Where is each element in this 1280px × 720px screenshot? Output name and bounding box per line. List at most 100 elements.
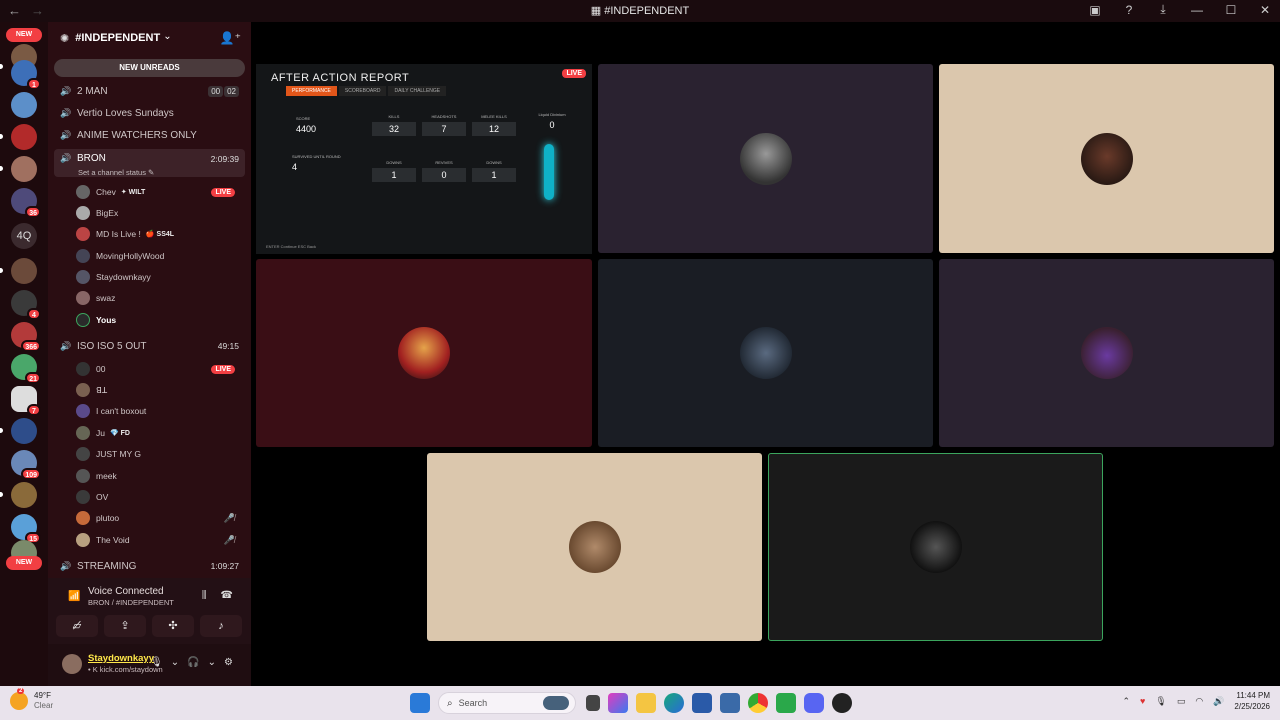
app-icon[interactable] <box>776 693 796 713</box>
channel-timer: 1:09:27 <box>210 561 239 571</box>
headphones-icon[interactable]: 🎧 <box>187 657 199 668</box>
volume-icon[interactable]: 🔊 <box>1213 696 1224 707</box>
server-icon[interactable]: 21 <box>11 354 41 384</box>
download-icon[interactable]: ⤓ <box>1156 2 1170 17</box>
clock[interactable]: 11:44 PM 2/25/2026 <box>1234 690 1270 712</box>
forward-arrow-icon[interactable]: → <box>31 3 44 18</box>
voice-member[interactable]: BigEx <box>76 203 245 223</box>
windows-start-icon[interactable] <box>410 693 430 713</box>
copilot-icon[interactable] <box>608 693 628 713</box>
back-arrow-icon[interactable]: ← <box>8 3 21 18</box>
soundboard-button[interactable]: ♪ <box>200 615 242 637</box>
wifi-icon[interactable]: ◠ <box>1195 696 1203 707</box>
speaker-icon: 🔊 <box>60 153 72 163</box>
chevron-down-icon[interactable]: ⌄ <box>171 657 179 668</box>
voice-member-speaking[interactable]: Yous <box>76 310 245 330</box>
live-badge[interactable]: LIVE <box>211 364 235 374</box>
server-icon[interactable]: 7 <box>11 386 41 416</box>
stream-tile-game[interactable]: AFTER ACTION REPORT LIVE PERFORMANCE SCO… <box>256 64 592 254</box>
channel-status[interactable]: Set a channel status ✎ <box>78 168 154 177</box>
voice-connected-title[interactable]: Voice Connected <box>88 586 164 597</box>
inbox-icon[interactable]: ▣ <box>1088 3 1102 17</box>
file-explorer-icon[interactable] <box>636 693 656 713</box>
new-pill-top[interactable]: NEW <box>6 28 42 42</box>
voice-member[interactable]: Chev ✦ WILT LIVE <box>76 182 245 202</box>
microphone-icon[interactable]: 🎙 <box>1155 696 1166 707</box>
server-icon[interactable]: 4 <box>11 290 41 320</box>
voice-channel-streaming[interactable]: 🔊 STREAMING 1:09:27 <box>54 556 245 576</box>
voice-channel-anime[interactable]: 🔊 ANIME WATCHERS ONLY <box>54 125 245 145</box>
server-icon[interactable] <box>11 156 37 182</box>
chrome-icon[interactable] <box>748 693 768 713</box>
voice-member[interactable]: I can't boxout <box>76 401 245 421</box>
camera-off-button[interactable]: ▱̸ <box>56 615 98 637</box>
discord-icon[interactable] <box>804 693 824 713</box>
guild-header[interactable]: ✺ #INDEPENDENT ⌄ 👤⁺ <box>48 22 251 54</box>
close-icon[interactable]: ✕ <box>1258 3 1272 17</box>
taskbar-search[interactable]: ⌕ Search <box>438 692 576 714</box>
server-icon[interactable]: 15 <box>11 514 41 544</box>
app-icon[interactable] <box>832 693 852 713</box>
display-icon[interactable]: ▭ <box>1177 696 1186 707</box>
avatar <box>76 426 90 440</box>
video-tile-speaking[interactable] <box>768 453 1103 641</box>
tray-app-icon[interactable]: ♥ <box>1140 696 1145 706</box>
live-badge[interactable]: LIVE <box>211 187 235 197</box>
voice-member[interactable]: meek <box>76 466 245 486</box>
voice-member[interactable]: JUST MY G <box>76 444 245 464</box>
gear-icon[interactable]: ⚙ <box>224 657 233 668</box>
store-icon[interactable] <box>692 693 712 713</box>
video-tile[interactable] <box>598 259 933 447</box>
server-icon[interactable] <box>11 258 37 284</box>
server-icon[interactable]: 1 <box>11 60 41 90</box>
voice-member[interactable]: plutoo 🎤̸ <box>76 508 245 528</box>
voice-member[interactable]: swaz <box>76 288 245 308</box>
voice-connected-subtitle[interactable]: BRON / #INDEPENDENT <box>88 598 174 607</box>
avatar[interactable] <box>62 654 82 674</box>
weather-widget[interactable]: 2 49°F Clear <box>10 688 53 711</box>
help-icon[interactable]: ? <box>1122 3 1136 17</box>
maximize-icon[interactable]: ☐ <box>1224 3 1238 17</box>
chevron-down-icon[interactable]: ⌄ <box>208 657 216 668</box>
voice-member[interactable]: OV <box>76 487 245 507</box>
noise-suppression-icon[interactable]: ⫼ <box>202 590 207 601</box>
activities-button[interactable]: ✣ <box>152 615 194 637</box>
stat-value: 32 <box>372 122 416 136</box>
server-icon[interactable] <box>11 482 37 508</box>
video-tile[interactable] <box>598 64 933 253</box>
voice-member[interactable]: ꓭꓕ <box>76 380 245 400</box>
voice-member[interactable]: MovingHollyWood <box>76 246 245 266</box>
server-icon[interactable] <box>11 92 37 118</box>
username[interactable]: Staydownkayy <box>88 653 154 664</box>
invite-people-icon[interactable]: 👤⁺ <box>220 31 241 45</box>
server-icon[interactable]: 109 <box>11 450 41 480</box>
task-view-icon[interactable] <box>586 695 600 711</box>
connection-signal-icon[interactable]: 📶 <box>68 591 80 602</box>
disconnect-icon[interactable]: ☎ <box>221 590 233 601</box>
chevron-up-icon[interactable]: ⌃ <box>1122 696 1130 707</box>
new-unreads-button[interactable]: NEW UNREADS <box>54 59 245 77</box>
voice-member[interactable]: Ju 💎 FD <box>76 423 245 443</box>
video-tile[interactable] <box>256 259 592 447</box>
minimize-icon[interactable]: — <box>1190 3 1204 17</box>
outlook-icon[interactable] <box>720 693 740 713</box>
new-pill-bottom[interactable]: NEW <box>6 556 42 570</box>
video-tile[interactable] <box>939 259 1274 447</box>
voice-member[interactable]: 00 LIVE <box>76 359 245 379</box>
server-icon[interactable]: 36 <box>11 188 41 218</box>
edge-icon[interactable] <box>664 693 684 713</box>
video-tile[interactable] <box>939 64 1274 253</box>
video-tile[interactable] <box>427 453 762 641</box>
server-text-icon[interactable]: 4Q <box>11 223 37 249</box>
voice-channel-iso[interactable]: 🔊 ISO ISO 5 OUT 49:15 <box>54 336 245 356</box>
voice-channel-2-man[interactable]: 🔊 2 MAN 00 02 <box>54 81 245 101</box>
server-icon[interactable]: 366 <box>11 322 41 352</box>
voice-channel-vertio[interactable]: 🔊 Vertio Loves Sundays <box>54 103 245 123</box>
voice-member[interactable]: Staydownkayy <box>76 267 245 287</box>
voice-member[interactable]: The Void 🎤̸ <box>76 530 245 550</box>
voice-member[interactable]: MD Is Live ! 🍎 SS4L <box>76 224 245 244</box>
share-screen-button[interactable]: ⇪ <box>104 615 146 637</box>
microphone-icon[interactable]: 🎙 <box>150 657 163 668</box>
server-icon[interactable] <box>11 418 37 444</box>
server-icon[interactable] <box>11 124 37 150</box>
